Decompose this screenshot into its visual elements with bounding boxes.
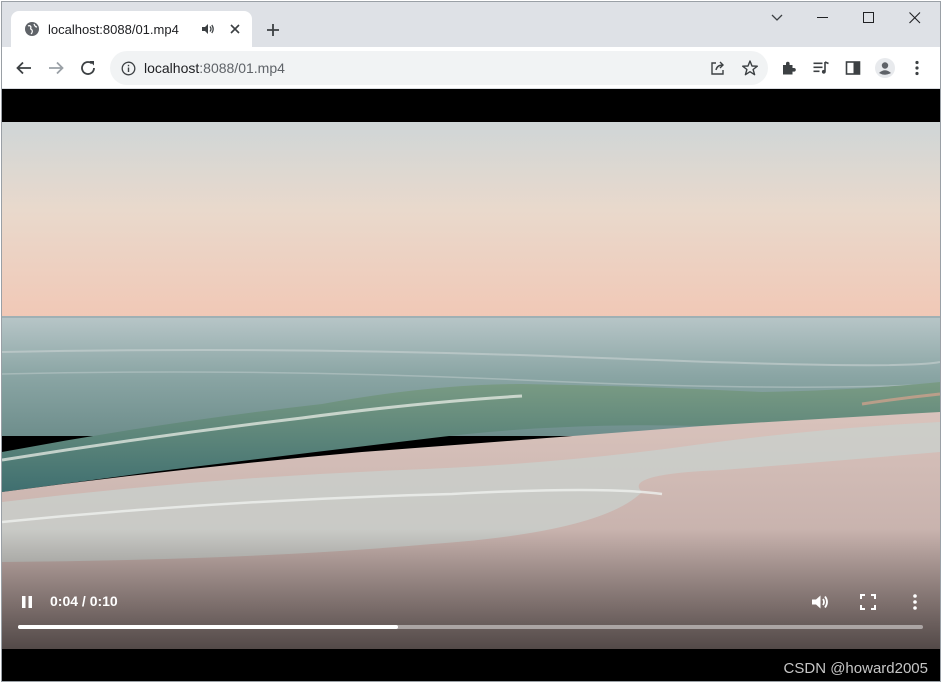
close-icon[interactable]: [226, 20, 244, 38]
tab-title: localhost:8088/01.mp4: [48, 21, 179, 37]
controls-overlay: [2, 529, 940, 649]
minimize-button[interactable]: [800, 2, 846, 34]
pause-button[interactable]: [16, 591, 38, 613]
tab-strip: localhost:8088/01.mp4: [2, 2, 940, 47]
info-icon[interactable]: [120, 60, 136, 76]
time-display: 0:04 / 0:10: [50, 593, 118, 609]
window-close-button[interactable]: [892, 2, 938, 34]
player-more-button[interactable]: [903, 590, 927, 614]
volume-icon: [812, 595, 828, 609]
extensions-button[interactable]: [773, 52, 805, 84]
star-icon[interactable]: [738, 56, 762, 80]
maximize-icon: [863, 12, 874, 23]
kebab-menu-icon: [915, 60, 919, 76]
video-frame[interactable]: [2, 122, 940, 649]
browser-window: localhost:8088/01.mp4 localhost:8088/01.…: [1, 1, 941, 682]
maximize-button[interactable]: [846, 2, 892, 34]
chevron-down-icon: [771, 14, 783, 21]
url-text[interactable]: localhost:8088/01.mp4: [144, 60, 285, 76]
side-panel-button[interactable]: [837, 52, 869, 84]
fullscreen-button[interactable]: [856, 590, 880, 614]
seek-bar-played: [18, 625, 399, 629]
url-host: localhost: [144, 60, 200, 76]
back-button[interactable]: [8, 52, 40, 84]
new-tab-button[interactable]: [261, 18, 285, 42]
volume-button[interactable]: [808, 590, 832, 614]
profile-icon: [875, 58, 895, 78]
arrow-right-icon: [49, 61, 64, 75]
minimize-icon: [817, 17, 828, 18]
share-icon[interactable]: [706, 56, 730, 80]
tab-active[interactable]: localhost:8088/01.mp4: [11, 11, 252, 47]
side-panel-icon: [845, 61, 861, 75]
browser-toolbar: localhost:8088/01.mp4: [2, 47, 940, 89]
pause-icon: [22, 596, 32, 608]
media-viewport: 0:04 / 0:10 CSDN @howard2005: [2, 89, 940, 681]
media-queue-button[interactable]: [805, 52, 837, 84]
forward-button[interactable]: [40, 52, 72, 84]
browser-menu-button[interactable]: [901, 52, 933, 84]
reload-button[interactable]: [72, 52, 104, 84]
close-icon: [909, 12, 921, 24]
speaker-icon[interactable]: [200, 21, 216, 37]
url-path: :8088/01.mp4: [199, 60, 285, 76]
fullscreen-icon: [860, 594, 876, 610]
globe-icon: [24, 21, 40, 37]
reload-icon: [81, 61, 95, 75]
tab-search-button[interactable]: [754, 2, 800, 34]
kebab-menu-icon: [913, 594, 917, 610]
profile-button[interactable]: [869, 52, 901, 84]
watermark: CSDN @howard2005: [783, 660, 928, 677]
seek-bar[interactable]: [18, 625, 923, 629]
extensions-icon: [783, 61, 796, 75]
address-bar[interactable]: localhost:8088/01.mp4: [110, 51, 768, 85]
media-queue-icon: [813, 61, 829, 74]
plus-icon: [267, 24, 279, 36]
arrow-left-icon: [16, 61, 31, 75]
